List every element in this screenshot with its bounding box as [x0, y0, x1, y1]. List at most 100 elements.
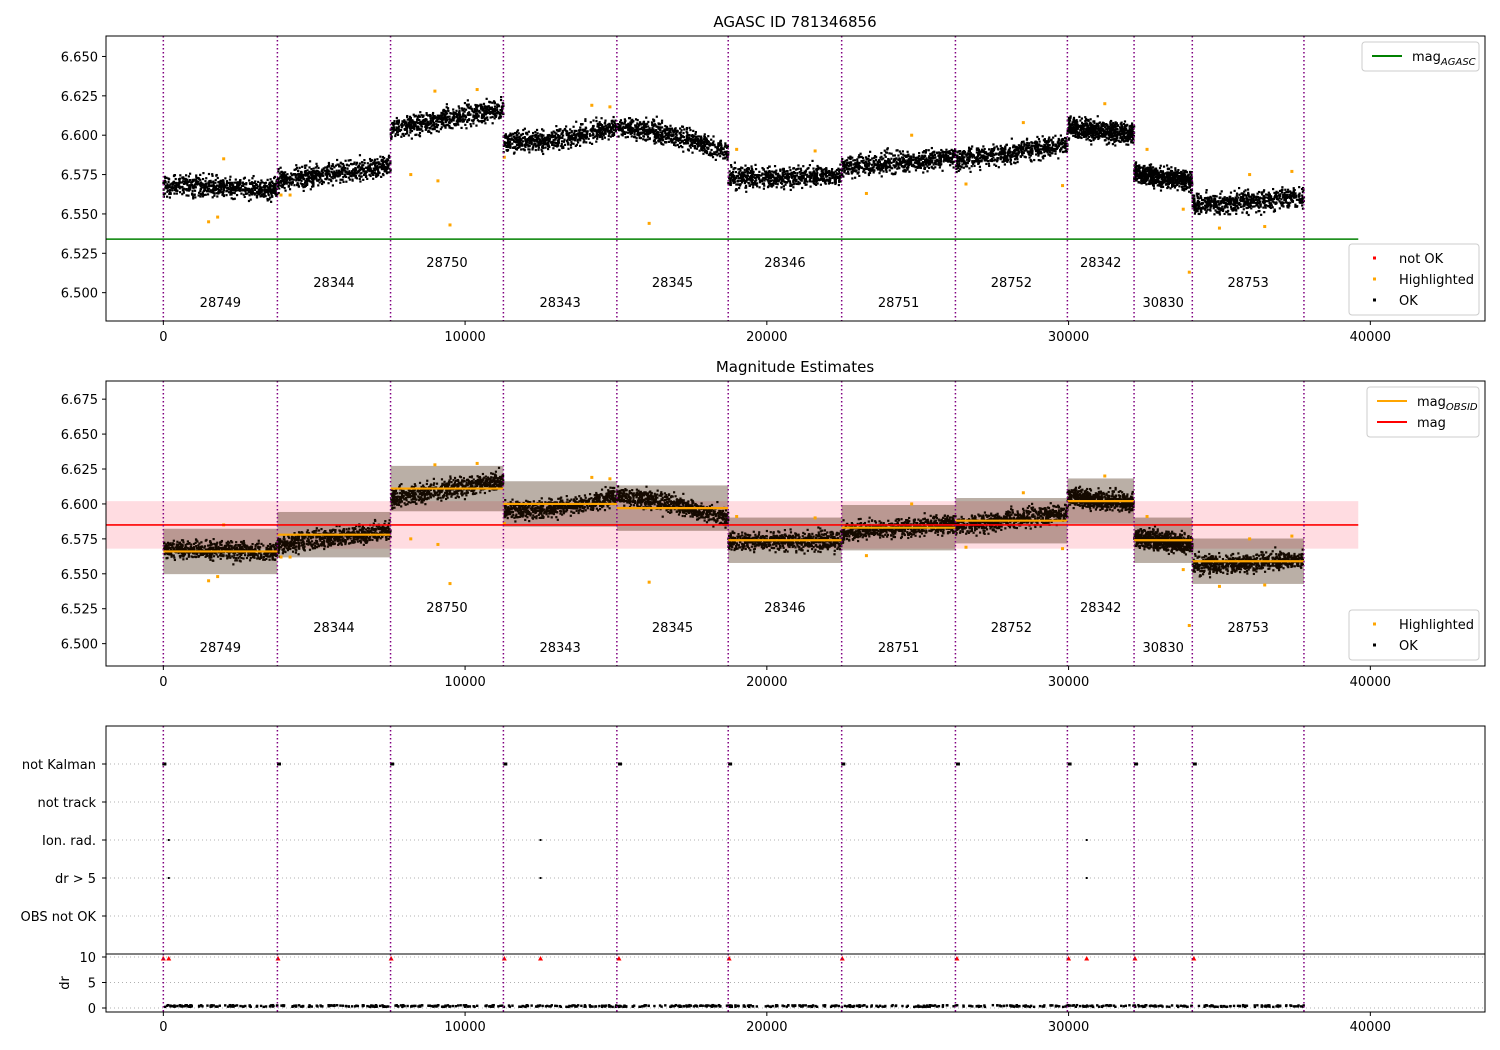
ok-point — [387, 171, 390, 174]
ok-point — [797, 175, 800, 179]
ok-point — [783, 170, 786, 174]
ok-point — [877, 164, 880, 167]
ok-point — [755, 179, 758, 182]
ok-point — [674, 132, 678, 136]
ok-point — [545, 136, 549, 139]
ok-point — [754, 163, 757, 167]
ok-point — [1009, 160, 1012, 164]
ok-point — [401, 120, 404, 123]
ok-point — [335, 169, 338, 172]
ok-point — [469, 113, 472, 116]
ok-point — [453, 124, 457, 127]
ok-point — [868, 171, 872, 174]
ok-point — [305, 173, 308, 176]
ok-point — [908, 170, 911, 173]
ok-point — [602, 128, 606, 132]
ok-point — [285, 177, 288, 180]
ok-point — [575, 134, 578, 137]
ok-point — [1050, 152, 1053, 155]
ok-point — [761, 182, 764, 185]
ok-point — [705, 138, 708, 141]
ok-point — [539, 133, 542, 136]
ok-point — [803, 181, 806, 184]
ok-point — [561, 131, 564, 134]
ok-point — [768, 176, 771, 179]
ok-point — [806, 175, 809, 178]
ok-point — [218, 185, 221, 188]
ok-point — [476, 119, 479, 122]
ok-point — [627, 117, 631, 120]
ok-point — [480, 107, 483, 110]
ok-point — [321, 171, 325, 174]
ok-point — [696, 144, 699, 148]
ok-point — [931, 154, 934, 157]
ok-point — [945, 148, 948, 151]
ok-point — [573, 136, 576, 140]
ok-point — [386, 166, 389, 169]
ok-point — [294, 168, 298, 171]
ok-point — [328, 178, 331, 181]
ok-point — [661, 126, 664, 129]
ok-point — [205, 177, 208, 180]
ok-point — [694, 132, 697, 136]
ok-point — [317, 170, 320, 174]
ok-point — [356, 171, 360, 174]
ok-point — [277, 181, 280, 184]
ok-point — [368, 167, 371, 170]
ok-point — [688, 134, 691, 137]
ok-point — [664, 132, 667, 135]
ok-point — [946, 160, 950, 163]
ok-point — [243, 195, 246, 199]
agasc-magnitude-panel: AGASC ID 781346856 287492834428750283432… — [61, 13, 1486, 345]
ok-point — [703, 140, 706, 143]
ok-point — [269, 196, 272, 199]
ok-point — [242, 193, 245, 196]
ok-point — [868, 167, 871, 171]
ok-point — [429, 122, 432, 125]
ok-point — [712, 135, 715, 138]
ok-point — [796, 168, 799, 171]
ok-point — [776, 183, 779, 186]
ok-point — [859, 155, 862, 159]
ok-point — [569, 128, 572, 131]
ok-point — [867, 159, 870, 163]
ok-point — [830, 168, 834, 171]
ok-point — [777, 174, 780, 178]
ok-point — [268, 181, 271, 185]
ok-point — [600, 117, 603, 120]
ok-point — [650, 121, 654, 124]
ok-point — [939, 160, 943, 163]
ok-point — [1052, 136, 1055, 139]
ok-point — [843, 166, 847, 169]
ok-point — [530, 136, 533, 139]
ok-point — [635, 139, 638, 142]
ok-point — [498, 115, 501, 118]
ok-point — [912, 155, 915, 159]
ok-point — [164, 180, 167, 183]
ok-point — [364, 175, 368, 178]
ok-point — [595, 140, 598, 143]
ok-point — [923, 167, 926, 170]
ok-point — [492, 100, 496, 103]
ok-point — [644, 138, 647, 141]
ok-point — [667, 137, 671, 140]
ok-point — [683, 128, 686, 131]
ok-point — [829, 178, 832, 181]
ok-point — [392, 124, 395, 127]
ok-point — [517, 143, 521, 146]
ok-point — [570, 140, 573, 144]
ok-point — [173, 184, 176, 187]
ok-point — [922, 156, 925, 159]
ok-point — [480, 121, 484, 124]
ok-point — [906, 160, 909, 163]
ok-point — [533, 140, 536, 143]
ok-point — [703, 136, 706, 139]
ok-point — [180, 186, 183, 189]
ok-point — [747, 182, 750, 185]
ok-point — [809, 173, 812, 176]
ok-point — [918, 152, 921, 155]
ok-point — [926, 165, 929, 168]
ok-point — [351, 178, 354, 181]
ok-point — [925, 161, 929, 164]
ok-point — [400, 126, 403, 129]
